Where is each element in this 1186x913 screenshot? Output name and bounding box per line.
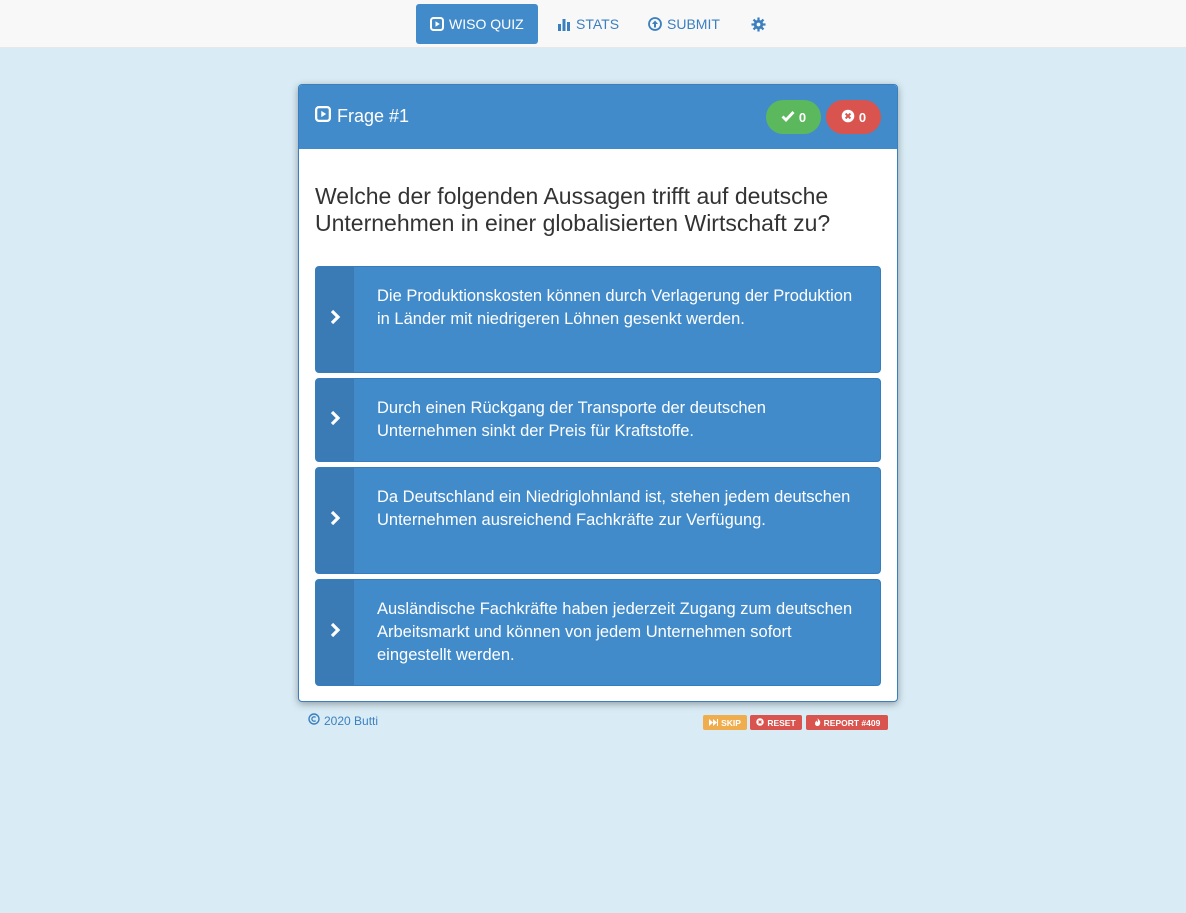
panel-heading: Frage #1 0 0 xyxy=(299,85,897,149)
report-button[interactable]: REPORT #409 xyxy=(806,715,888,730)
nav-settings[interactable] xyxy=(737,4,780,44)
correct-count: 0 xyxy=(798,109,807,125)
report-label: REPORT #409 xyxy=(823,717,881,728)
wrong-count: 0 xyxy=(858,109,867,125)
correct-count-badge: 0 xyxy=(766,100,821,134)
play-square-icon xyxy=(430,17,444,31)
answer-text: Da Deutschland ein Niedriglohnland ist, … xyxy=(377,488,851,529)
skip-label: SKIP xyxy=(721,717,741,728)
copyright-text: 2020 Butti xyxy=(324,713,379,728)
reset-label: RESET xyxy=(767,717,796,728)
nav-wiso-quiz[interactable]: WISO QUIZ xyxy=(416,4,538,44)
reset-button[interactable]: RESET xyxy=(750,715,802,730)
chevron-right-icon xyxy=(329,622,341,643)
nav-submit[interactable]: SUBMIT xyxy=(634,4,734,44)
question-title-label: Frage #1 xyxy=(337,106,410,126)
answer-option-1[interactable]: Die Produktionskosten können durch Verla… xyxy=(315,266,881,373)
nav-wiso-quiz-label: WISO QUIZ xyxy=(449,16,524,32)
chevron-right-icon xyxy=(329,410,341,431)
answer-text: Die Produktionskosten können durch Verla… xyxy=(377,287,853,328)
copyright: 2020 Butti xyxy=(308,713,378,728)
quiz-panel: Frage #1 0 0 Welche der folgenden Aussag… xyxy=(298,84,898,702)
nav-submit-label: SUBMIT xyxy=(667,16,720,32)
skip-button[interactable]: SKIP xyxy=(703,715,747,730)
check-icon xyxy=(781,110,795,125)
question-title: Frage #1 xyxy=(315,106,409,127)
top-navbar: WISO QUIZ STATS SUBMIT xyxy=(0,0,1186,48)
wrong-count-badge: 0 xyxy=(826,100,881,134)
chevron-right-icon xyxy=(329,510,341,531)
fire-icon xyxy=(814,717,821,728)
answer-option-3[interactable]: Da Deutschland ein Niedriglohnland ist, … xyxy=(315,467,881,574)
play-square-icon xyxy=(315,106,331,127)
times-circle-icon xyxy=(756,717,765,728)
answer-option-2[interactable]: Durch einen Rückgang der Transporte der … xyxy=(315,378,881,462)
fast-forward-icon xyxy=(709,718,719,728)
answer-gutter xyxy=(316,267,354,372)
arrow-up-circle-icon xyxy=(648,17,662,31)
answer-gutter xyxy=(316,580,354,685)
copyright-icon xyxy=(308,713,320,728)
bar-chart-icon xyxy=(557,18,571,31)
question-text: Welche der folgenden Aussagen trifft auf… xyxy=(315,183,831,236)
gear-icon xyxy=(751,16,766,32)
answer-text: Ausländische Fachkräfte haben jederzeit … xyxy=(377,600,853,664)
answer-gutter xyxy=(316,468,354,573)
answer-option-4[interactable]: Ausländische Fachkräfte haben jederzeit … xyxy=(315,579,881,686)
nav-stats[interactable]: STATS xyxy=(543,4,633,44)
chevron-right-icon xyxy=(329,309,341,330)
times-circle-icon xyxy=(841,109,855,126)
nav-stats-label: STATS xyxy=(576,16,620,32)
answer-gutter xyxy=(316,379,354,461)
answer-text: Durch einen Rückgang der Transporte der … xyxy=(377,399,766,440)
